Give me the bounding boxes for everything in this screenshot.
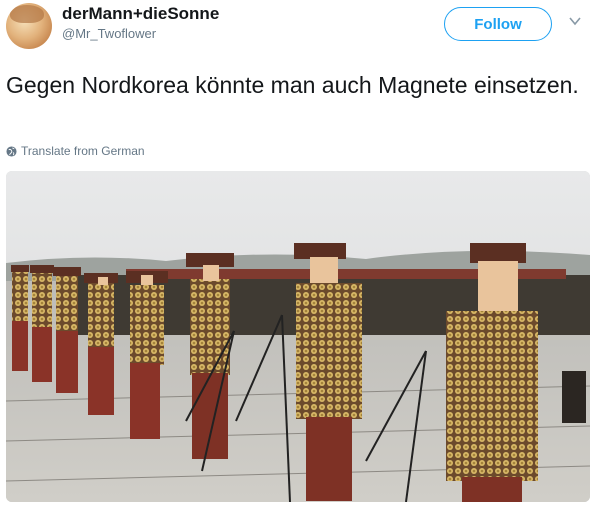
user-handle[interactable]: @Mr_Twoflower xyxy=(62,26,156,41)
follow-button[interactable]: Follow xyxy=(444,7,552,41)
translate-link[interactable]: Translate from German xyxy=(6,143,145,159)
display-name[interactable]: derMann+dieSonne xyxy=(62,4,219,24)
tweet-photo-image xyxy=(6,171,590,502)
avatar[interactable] xyxy=(6,3,52,49)
chevron-down-icon[interactable] xyxy=(568,14,582,28)
translate-label: Translate from German xyxy=(21,144,145,158)
globe-icon xyxy=(6,145,17,157)
tweet-photo[interactable] xyxy=(6,171,590,502)
tweet-text: Gegen Nordkorea könnte man auch Magnete … xyxy=(6,72,579,98)
follow-button-label: Follow xyxy=(474,15,522,33)
